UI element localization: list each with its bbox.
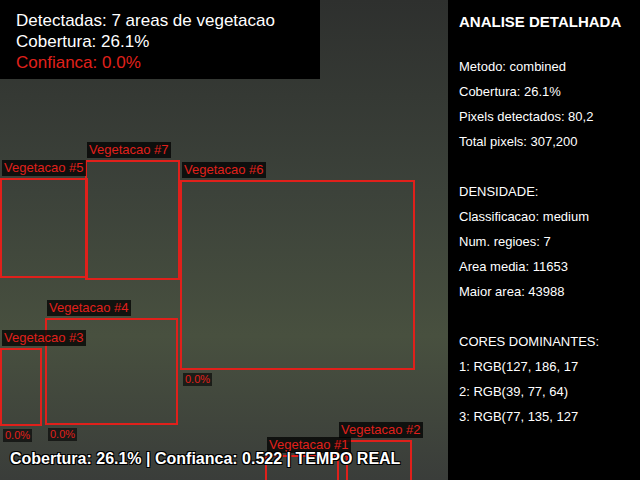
detection-box: [0, 348, 42, 426]
summary-overlay: Detectadas: 7 areas de vegetacaoCobertur…: [0, 0, 320, 79]
panel-section: DENSIDADE:Classificacao: mediumNum. regi…: [459, 179, 640, 304]
panel-line: 1: RGB(127, 186, 17: [459, 354, 640, 379]
detection-box: [0, 178, 88, 278]
detection-label: Vegetacao #7: [87, 142, 171, 158]
detection-label: Vegetacao #6: [182, 162, 266, 178]
overlay-line: Detectadas: 7 areas de vegetacao: [16, 10, 320, 31]
detection-label: Vegetacao #5: [2, 160, 86, 176]
overlay-line: Cobertura: 26.1%: [16, 31, 320, 52]
detection-box: [85, 160, 180, 280]
camera-view: Detectadas: 7 areas de vegetacaoCobertur…: [0, 0, 448, 480]
detection-score: 0.0%: [183, 373, 212, 386]
analysis-panel: ANALISE DETALHADA Metodo: combinedCobertu…: [448, 0, 640, 480]
panel-line: Maior area: 43988: [459, 279, 640, 304]
panel-line: Total pixels: 307,200: [459, 129, 640, 154]
panel-line: Num. regioes: 7: [459, 229, 640, 254]
panel-line: Classificacao: medium: [459, 204, 640, 229]
app-root: Detectadas: 7 areas de vegetacaoCobertur…: [0, 0, 640, 480]
panel-line: DENSIDADE:: [459, 179, 640, 204]
overlay-line: Confianca: 0.0%: [16, 52, 320, 73]
detection-label: Vegetacao #4: [47, 300, 131, 316]
panel-line: Cobertura: 26.1%: [459, 79, 640, 104]
panel-title: ANALISE DETALHADA: [459, 12, 640, 32]
panel-line: Area media: 11653: [459, 254, 640, 279]
panel-section: CORES DOMINANTES:1: RGB(127, 186, 172: R…: [459, 329, 640, 429]
detection-label: Vegetacao #2: [339, 422, 423, 438]
status-caption: Cobertura: 26.1% | Confianca: 0.522 | TE…: [10, 449, 400, 469]
panel-line: 2: RGB(39, 77, 64): [459, 379, 640, 404]
panel-line: Pixels detectados: 80,2: [459, 104, 640, 129]
panel-line: 3: RGB(77, 135, 127: [459, 404, 640, 429]
panel-line: Metodo: combined: [459, 54, 640, 79]
detection-score: 0.0%: [48, 428, 77, 441]
panel-line: CORES DOMINANTES:: [459, 329, 640, 354]
detection-box: [180, 180, 415, 370]
detection-label: Vegetacao #3: [2, 330, 86, 346]
detection-score: 0.0%: [3, 429, 32, 442]
panel-section: Metodo: combinedCobertura: 26.1%Pixels d…: [459, 54, 640, 154]
